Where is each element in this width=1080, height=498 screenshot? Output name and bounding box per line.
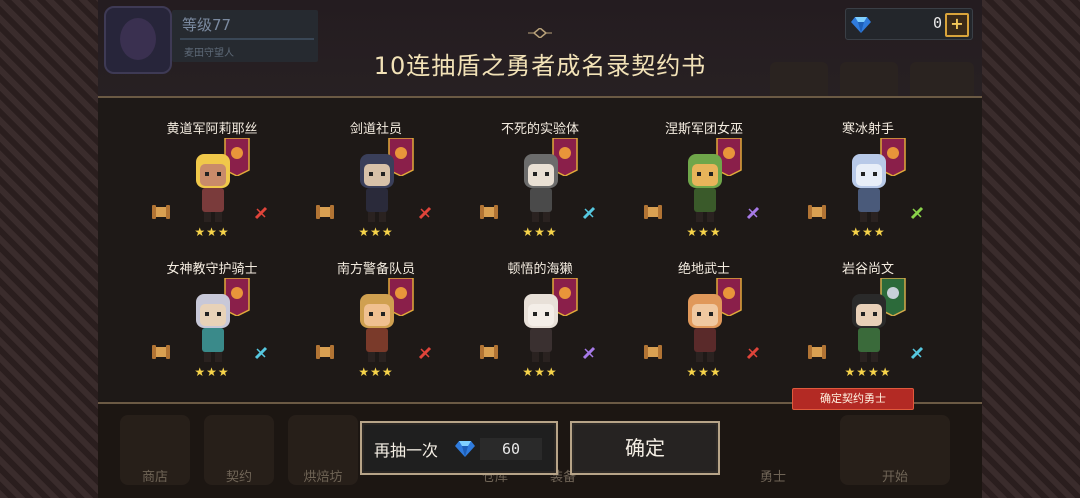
hero-card[interactable]: 岩谷尚文 ★★★★	[788, 258, 948, 393]
hero-card[interactable]: 南方警备队员 ★★★	[296, 258, 456, 393]
staff-icon	[582, 346, 596, 360]
confirm-hero-badge: 确定契约勇士	[792, 388, 914, 410]
hero-name: 不死的实验体	[500, 122, 579, 137]
diamond-icon	[851, 17, 871, 33]
hero-name: 涅斯军团女巫	[664, 122, 743, 137]
gem-count: 0	[932, 14, 942, 32]
sword-icon	[418, 346, 432, 360]
hero-name: 顿悟的海獭	[507, 262, 573, 277]
hero-sprite-icon	[688, 294, 722, 362]
gem-counter: 0 +	[845, 8, 973, 40]
hero-name: 岩谷尚文	[841, 262, 894, 277]
hero-stars: ★★★	[686, 365, 722, 379]
hero-stars: ★★★	[850, 225, 886, 239]
title-ornament-icon	[528, 28, 552, 38]
bg-nav-shop-label: 商店	[141, 470, 168, 485]
bg-nav-contract-label: 契约	[225, 470, 252, 485]
scroll-icon	[152, 205, 170, 219]
scroll-icon	[808, 205, 826, 219]
level-divider	[180, 38, 314, 40]
hero-card[interactable]: 绝地武士 ★★★	[624, 258, 784, 393]
sword-icon	[746, 346, 760, 360]
hero-stars: ★★★	[358, 225, 394, 239]
hero-name: 南方警备队员	[336, 262, 415, 277]
hammer-icon	[254, 346, 268, 360]
hero-sprite-icon	[688, 154, 722, 222]
hero-stars: ★★★	[194, 225, 230, 239]
scroll-icon	[644, 205, 662, 219]
hero-sprite-icon	[524, 154, 558, 222]
staff-icon	[746, 206, 760, 220]
popup-title: 10连抽盾之勇者成名录契约书	[373, 52, 707, 80]
sword-icon	[254, 206, 268, 220]
hero-stars: ★★★	[194, 365, 230, 379]
scroll-icon	[808, 345, 826, 359]
hero-sprite-icon	[360, 154, 394, 222]
diamond-icon	[455, 441, 475, 457]
bg-nav-bakery-label: 烘焙坊	[303, 470, 343, 485]
hero-stars: ★★★	[358, 365, 394, 379]
hero-name: 寒冰射手	[841, 122, 894, 137]
hero-sprite-icon	[360, 294, 394, 362]
hero-card[interactable]: 涅斯军团女巫 ★★★	[624, 118, 784, 253]
hero-stars: ★★★	[522, 225, 558, 239]
hero-sprite-icon	[196, 294, 230, 362]
draw-again-label: 再抽一次	[374, 441, 439, 460]
sword-icon	[418, 206, 432, 220]
add-gems-button[interactable]: +	[945, 13, 969, 37]
bg-nav-start-label: 开始	[881, 470, 908, 485]
hero-stars: ★★★	[686, 225, 722, 239]
hero-card[interactable]: 不死的实验体 ★★★	[460, 118, 620, 253]
hero-name: 剑道社员	[349, 122, 402, 137]
draw-again-cost: 60	[480, 438, 542, 460]
confirm-button[interactable]: 确定	[570, 421, 720, 475]
scroll-icon	[480, 205, 498, 219]
scroll-icon	[152, 345, 170, 359]
hero-sprite-icon	[196, 154, 230, 222]
scroll-icon	[644, 345, 662, 359]
scroll-icon	[316, 205, 334, 219]
player-level: 等级77	[182, 16, 232, 34]
hero-stars: ★★★	[522, 365, 558, 379]
hero-card[interactable]: 剑道社员 ★★★	[296, 118, 456, 253]
hero-stars: ★★★★	[844, 365, 892, 379]
bow-icon	[910, 206, 924, 220]
draw-again-button[interactable]: 再抽一次 60	[360, 421, 558, 475]
hammer-icon	[582, 206, 596, 220]
hero-sprite-icon	[852, 294, 886, 362]
hero-name: 女神教守护骑士	[166, 262, 258, 277]
hero-name: 黄道军阿莉耶丝	[166, 122, 258, 137]
hero-sprite-icon	[852, 154, 886, 222]
hero-card[interactable]: 顿悟的海獭 ★★★	[460, 258, 620, 393]
hero-card[interactable]: 女神教守护骑士 ★★★	[132, 258, 292, 393]
scroll-icon	[480, 345, 498, 359]
hero-sprite-icon	[524, 294, 558, 362]
bg-nav-heroes-label: 勇士	[759, 470, 786, 485]
scroll-icon	[316, 345, 334, 359]
hero-name: 绝地武士	[677, 262, 730, 277]
hero-card[interactable]: 黄道军阿莉耶丝 ★★★	[132, 118, 292, 253]
hammer-icon	[910, 346, 924, 360]
hero-card[interactable]: 寒冰射手 ★★★	[788, 118, 948, 253]
